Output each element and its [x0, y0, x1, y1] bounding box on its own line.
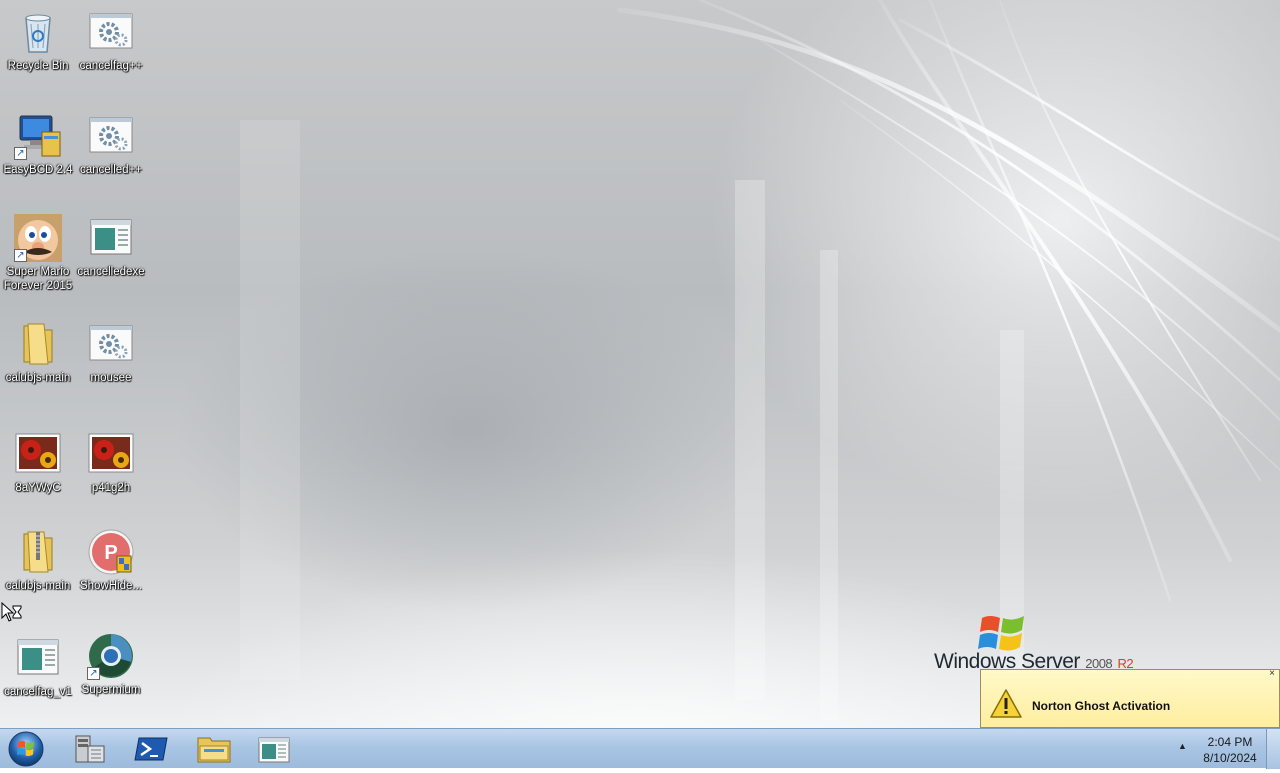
mario-icon: ↗	[14, 214, 62, 262]
taskbar-explorer[interactable]	[186, 732, 242, 766]
desktop-icon-label: Recycle Bin	[7, 60, 69, 72]
settings-exe-icon	[87, 320, 135, 368]
showhide-icon: P	[87, 528, 135, 576]
desktop-icon-cancelfag-v1[interactable]: cancelfag_v1	[0, 634, 76, 699]
taskbar-clock[interactable]: 2:04 PM 8/10/2024	[1195, 734, 1265, 766]
windows-orb-icon	[8, 731, 44, 767]
desktop-icon-label: cancelfag_v1	[4, 686, 72, 698]
svg-text:P: P	[104, 542, 117, 564]
easybcd-icon: ↗	[14, 112, 62, 160]
desktop-icon-label: Supermium	[81, 684, 141, 696]
notification-title: Norton Ghost Activation	[1032, 699, 1171, 713]
powershell-icon	[134, 737, 168, 761]
desktop-icon-label: cancelledexe	[77, 266, 145, 278]
window-app-icon	[14, 634, 62, 682]
desktop-icon-label: EasyBCD 2.4	[3, 164, 73, 176]
desktop-icon-8aywyc[interactable]: 8aYWyC	[0, 430, 76, 495]
shortcut-arrow-icon: ↗	[14, 249, 27, 262]
shortcut-arrow-icon: ↗	[87, 667, 100, 680]
taskbar: ▲ 2:04 PM 8/10/2024	[0, 728, 1280, 769]
window-app-icon	[87, 214, 135, 262]
desktop-icon-cancelled[interactable]: cancelled++	[73, 112, 149, 177]
window-app-icon	[258, 737, 290, 763]
flower-image-icon	[87, 430, 135, 478]
desktop-icon-p41g2h[interactable]: p41g2h	[73, 430, 149, 495]
desktop-icon-cancelfag[interactable]: cancelfag++	[73, 8, 149, 73]
show-desktop-button[interactable]	[1266, 729, 1280, 769]
desktop[interactable]: Recycle Bin ↗ EasyBCD 2.4 ↗ Super Mario …	[0, 0, 1280, 728]
desktop-icon-label: calubjs-main	[5, 580, 71, 592]
taskbar-powershell[interactable]	[123, 732, 179, 766]
settings-exe-icon	[87, 8, 135, 56]
desktop-icon-calubjs-folder[interactable]: calubjs-main	[0, 320, 76, 385]
desktop-icon-supermium[interactable]: ↗ Supermium	[73, 632, 149, 697]
busy-cursor-icon	[1, 602, 22, 622]
desktop-icon-label: 8aYWyC	[15, 482, 61, 494]
desktop-icon-label: ShowHide...	[79, 580, 142, 592]
taskbar-server-manager[interactable]	[62, 732, 118, 766]
desktop-icon-label: cancelfag++	[79, 60, 143, 72]
close-icon[interactable]: ×	[1267, 669, 1277, 679]
clock-date: 8/10/2024	[1203, 751, 1257, 765]
windows-flag-icon	[978, 616, 1024, 651]
desktop-icon-label: calubjs-main	[5, 372, 71, 384]
desktop-icon-showhide[interactable]: P ShowHide...	[73, 528, 149, 593]
show-hidden-icons-button[interactable]: ▲	[1178, 741, 1187, 751]
flower-image-icon	[14, 430, 62, 478]
desktop-icon-label: mousee	[90, 372, 132, 384]
warning-icon	[989, 688, 1023, 720]
desktop-icon-label: cancelled++	[79, 164, 143, 176]
start-button[interactable]	[6, 730, 46, 768]
clock-time: 2:04 PM	[1207, 735, 1253, 749]
desktop-icon-calubjs-zip[interactable]: calubjs-main	[0, 528, 76, 593]
desktop-icon-cancelledexe[interactable]: cancelledexe	[73, 214, 149, 279]
desktop-icon-mousee[interactable]: mousee	[73, 320, 149, 385]
desktop-icon-easybcd[interactable]: ↗ EasyBCD 2.4	[0, 112, 76, 177]
desktop-icon-label: Super Mario Forever 2015	[3, 266, 73, 292]
server-manager-icon	[75, 735, 105, 763]
supermium-icon: ↗	[87, 632, 135, 680]
desktop-icon-super-mario[interactable]: ↗ Super Mario Forever 2015	[0, 214, 76, 293]
recycle-bin-icon	[14, 8, 62, 56]
desktop-icon-recycle-bin[interactable]: Recycle Bin	[0, 8, 76, 73]
desktop-icon-label: p41g2h	[91, 482, 131, 494]
zip-folder-icon	[14, 528, 62, 576]
shortcut-arrow-icon: ↗	[14, 147, 27, 160]
folder-icon	[14, 320, 62, 368]
notification-balloon[interactable]: × Norton Ghost Activation	[980, 669, 1280, 728]
taskbar-app-window[interactable]	[246, 732, 302, 766]
settings-exe-icon	[87, 112, 135, 160]
explorer-icon	[197, 737, 231, 763]
